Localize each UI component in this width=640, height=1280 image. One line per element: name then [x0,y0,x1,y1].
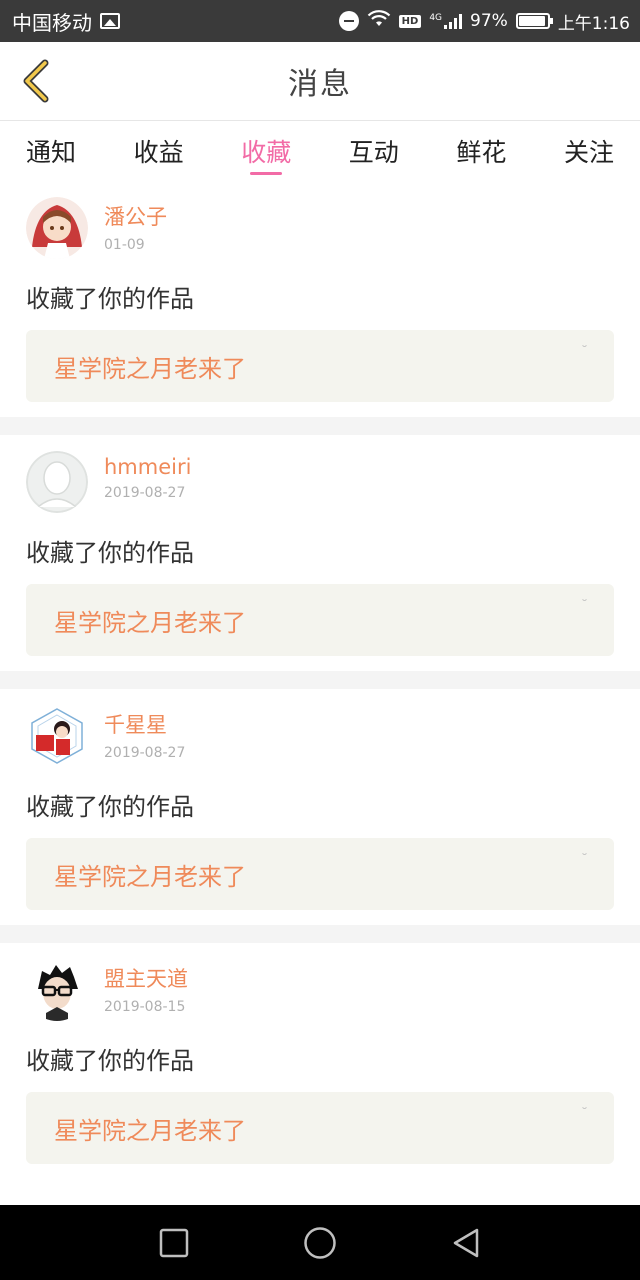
message-date: 2019-08-27 [104,485,186,501]
action-text: 收藏了你的作品 [26,1047,194,1075]
avatar[interactable] [26,451,88,513]
tab-favorites[interactable]: 收藏 [241,121,291,181]
username[interactable]: 潘公子 [104,201,167,231]
message-card: hmmeiri 2019-08-27 收藏了你的作品 星学院之月老来了 ˘ [0,435,640,671]
tab-follow[interactable]: 关注 [564,121,614,181]
do-not-disturb-icon [338,11,359,31]
divider [0,417,640,435]
chevron-left-icon [23,59,49,103]
tab-bar: 通知 收益 收藏 互动 鲜花 关注 [0,121,640,181]
work-title: 星学院之月老来了 [54,1116,246,1145]
action-text: 收藏了你的作品 [26,793,194,821]
battery-icon [515,13,553,29]
tab-interaction[interactable]: 互动 [349,121,399,181]
tab-notice[interactable]: 通知 [26,121,76,181]
triangle-back-icon [453,1228,479,1257]
recent-apps-button[interactable] [156,1225,192,1261]
photo-icon [100,13,120,29]
chevron-down-icon: ˘ [581,344,588,360]
message-card: 千星星 2019-08-27 收藏了你的作品 星学院之月老来了 ˘ [0,689,640,925]
circle-icon [304,1226,336,1259]
avatar[interactable] [26,705,88,767]
work-link[interactable]: 星学院之月老来了 ˘ [26,1092,614,1164]
avatar[interactable] [26,959,88,1021]
network-type: 4G [429,13,443,23]
back-button[interactable] [14,56,58,106]
status-bar: 中国移动 HD 4G 97% 上午1:16 [0,0,640,42]
message-list: 潘公子 01-09 收藏了你的作品 星学院之月老来了 ˘ hmmeiri 201… [0,181,640,1179]
message-card: 潘公子 01-09 收藏了你的作品 星学院之月老来了 ˘ [0,181,640,417]
header-bar: 消息 [0,42,640,121]
message-date: 2019-08-15 [104,999,186,1015]
message-date: 01-09 [104,237,145,253]
battery-percent: 97% [470,11,508,31]
message-date: 2019-08-27 [104,745,186,761]
work-title: 星学院之月老来了 [54,608,246,637]
page-title: 消息 [288,67,352,102]
work-link[interactable]: 星学院之月老来了 ˘ [26,584,614,656]
tab-flowers[interactable]: 鲜花 [456,121,506,181]
username[interactable]: 千星星 [104,709,185,739]
work-link[interactable]: 星学院之月老来了 ˘ [26,838,614,910]
message-card: 盟主天道 2019-08-15 收藏了你的作品 星学院之月老来了 ˘ [0,943,640,1179]
chevron-down-icon: ˘ [581,598,588,614]
divider [0,925,640,943]
action-text: 收藏了你的作品 [26,539,194,567]
username[interactable]: 盟主天道 [104,963,188,993]
hd-badge: HD [398,14,422,28]
carrier-label: 中国移动 [12,10,92,35]
system-back-button[interactable] [448,1225,484,1261]
avatar[interactable] [26,197,88,259]
chevron-down-icon: ˘ [581,852,588,868]
tab-earnings[interactable]: 收益 [134,121,184,181]
username[interactable]: hmmeiri [104,455,191,479]
work-title: 星学院之月老来了 [54,862,246,891]
signal-icon: 4G [429,13,463,29]
action-text: 收藏了你的作品 [26,285,194,313]
chevron-down-icon: ˘ [581,1106,588,1122]
home-button[interactable] [302,1225,338,1261]
clock: 上午1:16 [557,13,630,34]
work-title: 星学院之月老来了 [54,354,246,383]
square-icon [159,1228,189,1257]
work-link[interactable]: 星学院之月老来了 ˘ [26,330,614,402]
wifi-icon [367,9,391,33]
system-nav-bar [0,1205,640,1280]
divider [0,671,640,689]
